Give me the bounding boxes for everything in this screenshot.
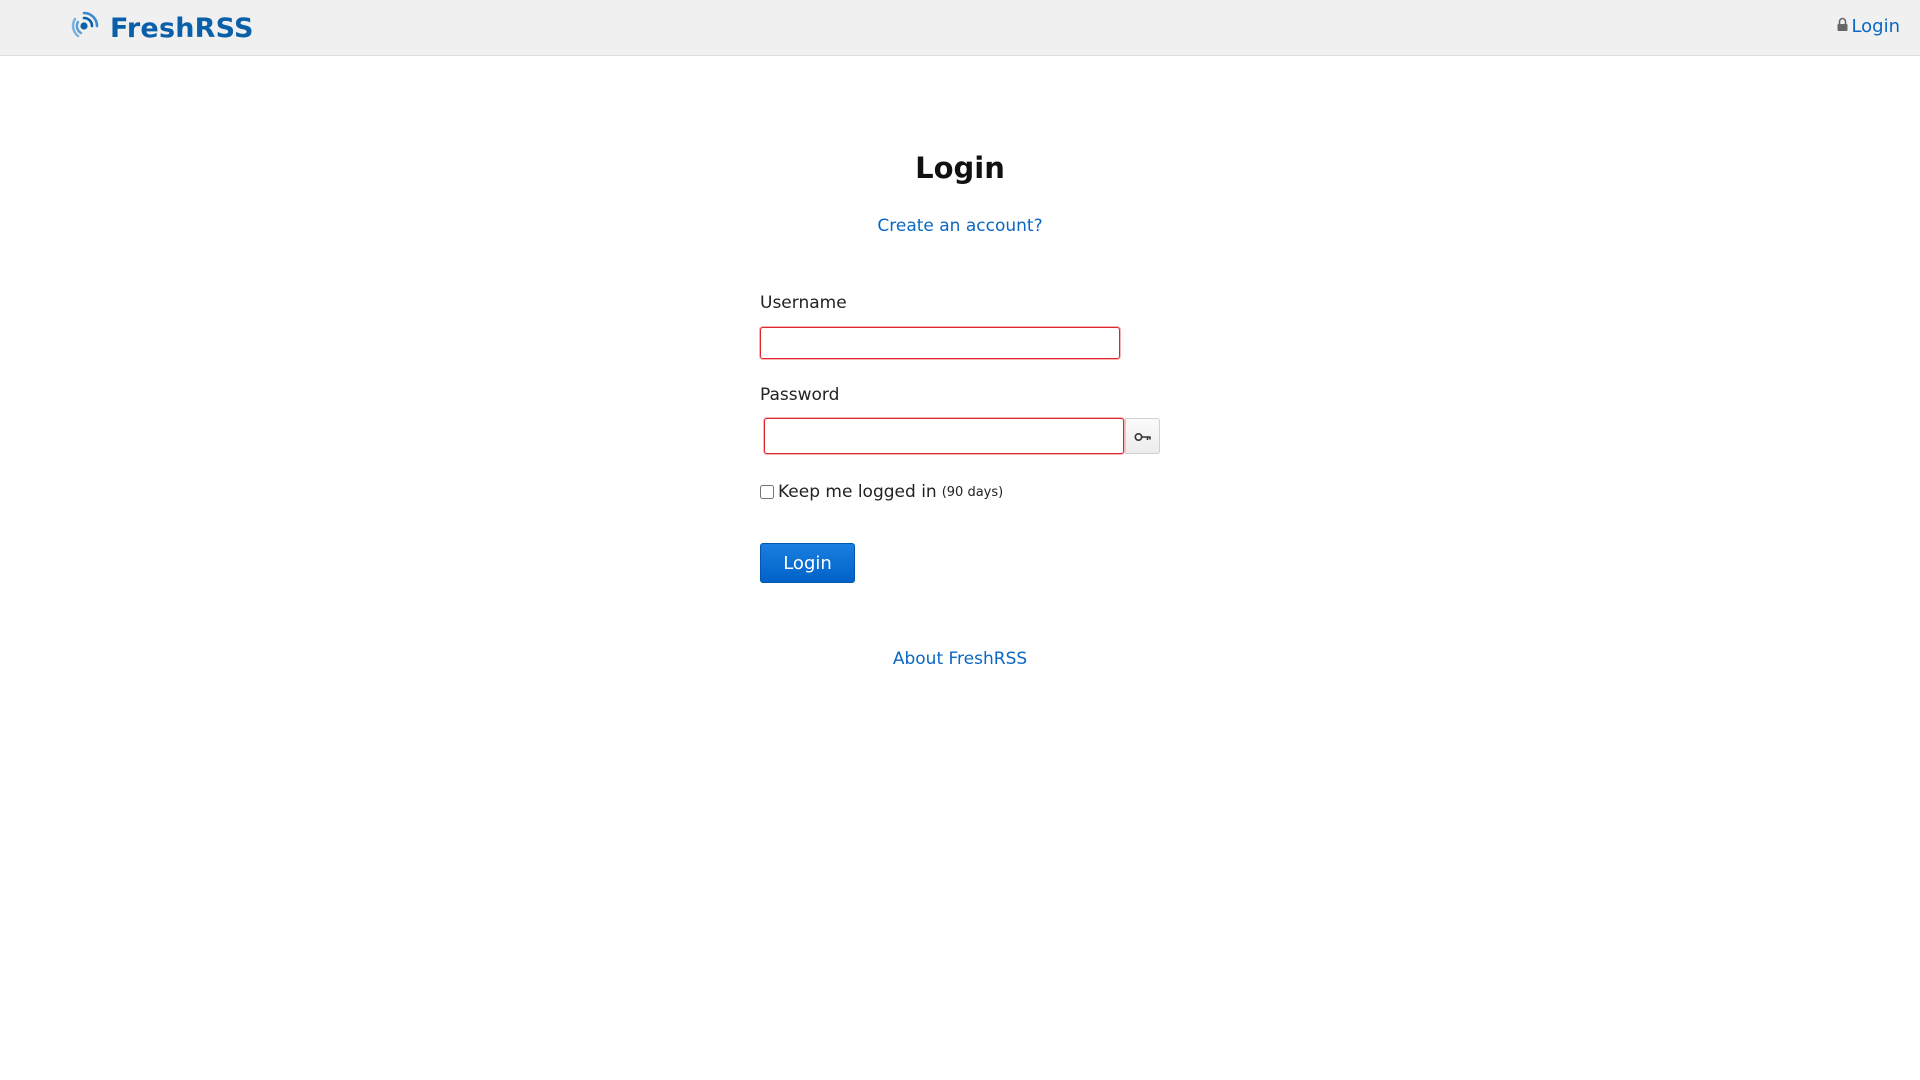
login-submit-button[interactable]: Login [760, 543, 855, 583]
key-icon [1133, 427, 1152, 446]
create-account-link[interactable]: Create an account? [877, 216, 1042, 236]
keep-logged-note: (90 days) [941, 484, 1004, 500]
page-title: Login [915, 151, 1005, 185]
about-freshrss-link[interactable]: About FreshRSS [893, 649, 1027, 669]
header-login-link[interactable]: Login [1836, 16, 1900, 37]
password-label: Password [760, 385, 840, 405]
logo-link[interactable]: FreshRSS [70, 10, 254, 46]
password-input[interactable] [764, 418, 1124, 454]
keep-logged-label: Keep me logged in [778, 482, 937, 502]
username-input[interactable] [760, 327, 1120, 359]
lock-icon [1836, 16, 1851, 37]
freshrss-logo-icon [70, 9, 110, 47]
about-row: About FreshRSS [0, 649, 1920, 669]
username-label: Username [760, 293, 847, 313]
logo-text: FreshRSS [110, 12, 254, 44]
create-account-row: Create an account? [0, 216, 1920, 236]
toggle-password-button[interactable] [1125, 418, 1160, 454]
top-header: FreshRSS Login [0, 0, 1920, 56]
header-login-label: Login [1851, 16, 1900, 37]
keep-logged-checkbox[interactable] [760, 485, 774, 499]
keep-logged-row: Keep me logged in (90 days) [760, 482, 1003, 502]
